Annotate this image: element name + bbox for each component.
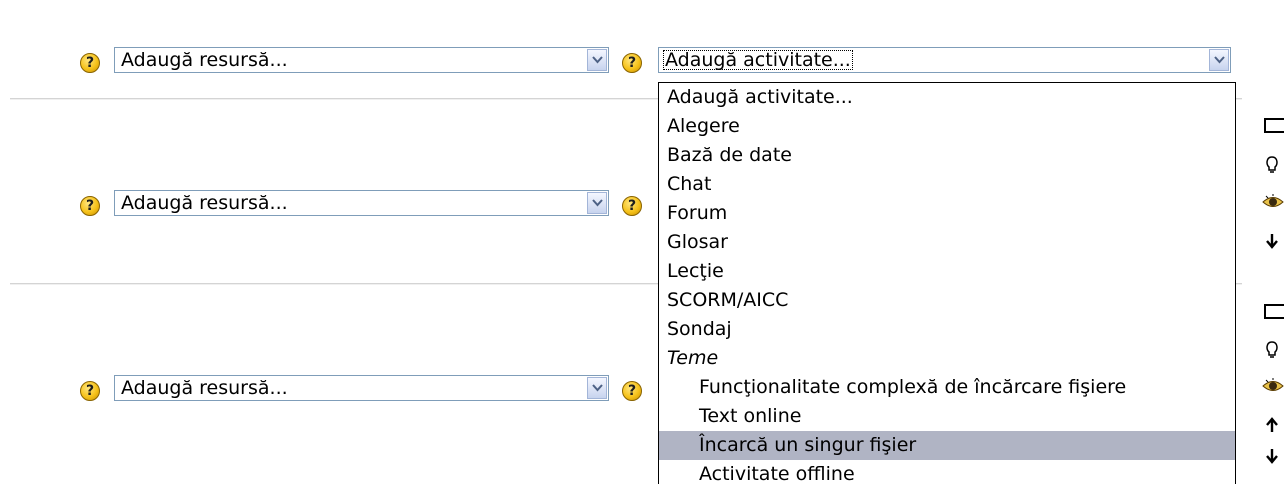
list-item[interactable]: Glosar [659, 228, 1235, 257]
chevron-down-icon[interactable] [587, 377, 607, 399]
chevron-down-icon[interactable] [587, 49, 607, 71]
help-icon[interactable]: ? [622, 53, 642, 73]
activity-dropdown-list[interactable]: Adaugă activitate... Alegere Bază de dat… [658, 82, 1236, 484]
add-resource-select[interactable]: Adaugă resursă... [114, 47, 609, 73]
option-group-label: Teme [667, 347, 719, 369]
list-item[interactable]: Chat [659, 170, 1235, 199]
lightbulb-icon[interactable] [1262, 155, 1284, 175]
arrow-up-icon[interactable] [1262, 415, 1284, 435]
list-item[interactable]: Alegere [659, 112, 1235, 141]
list-item[interactable]: Funcţionalitate complexă de încărcare fi… [659, 373, 1235, 402]
add-activity-select-value: Adaugă activitate... [663, 49, 853, 71]
list-item[interactable]: Lecţie [659, 257, 1235, 286]
list-item[interactable]: Bază de date [659, 141, 1235, 170]
arrow-down-icon[interactable] [1262, 446, 1284, 466]
help-icon[interactable]: ? [80, 196, 100, 216]
chevron-down-icon[interactable] [1209, 49, 1229, 71]
arrow-down-icon[interactable] [1262, 231, 1284, 251]
list-item[interactable]: Activitate offline [659, 460, 1235, 484]
add-resource-select-value: Adaugă resursă... [121, 49, 288, 71]
add-resource-select-value: Adaugă resursă... [121, 192, 288, 214]
eye-icon[interactable] [1262, 376, 1284, 396]
help-icon[interactable]: ? [80, 381, 100, 401]
list-item[interactable]: Sondaj [659, 315, 1235, 344]
add-activity-select[interactable]: Adaugă activitate... [658, 47, 1231, 73]
help-icon[interactable]: ? [622, 196, 642, 216]
chevron-down-icon[interactable] [587, 192, 607, 214]
add-resource-select[interactable]: Adaugă resursă... [114, 190, 609, 216]
eye-icon[interactable] [1262, 192, 1284, 212]
help-icon[interactable]: ? [622, 381, 642, 401]
list-item[interactable]: Adaugă activitate... [659, 83, 1235, 112]
select-box-icon[interactable] [1262, 302, 1284, 322]
list-item[interactable]: Forum [659, 199, 1235, 228]
help-icon[interactable]: ? [80, 53, 100, 73]
list-item[interactable]: Text online [659, 402, 1235, 431]
lightbulb-icon[interactable] [1262, 340, 1284, 360]
list-item-highlighted[interactable]: Încarcă un singur fişier [659, 431, 1235, 460]
list-item[interactable]: SCORM/AICC [659, 286, 1235, 315]
select-box-icon[interactable] [1262, 116, 1284, 136]
add-resource-select[interactable]: Adaugă resursă... [114, 375, 609, 401]
add-resource-select-value: Adaugă resursă... [121, 377, 288, 399]
